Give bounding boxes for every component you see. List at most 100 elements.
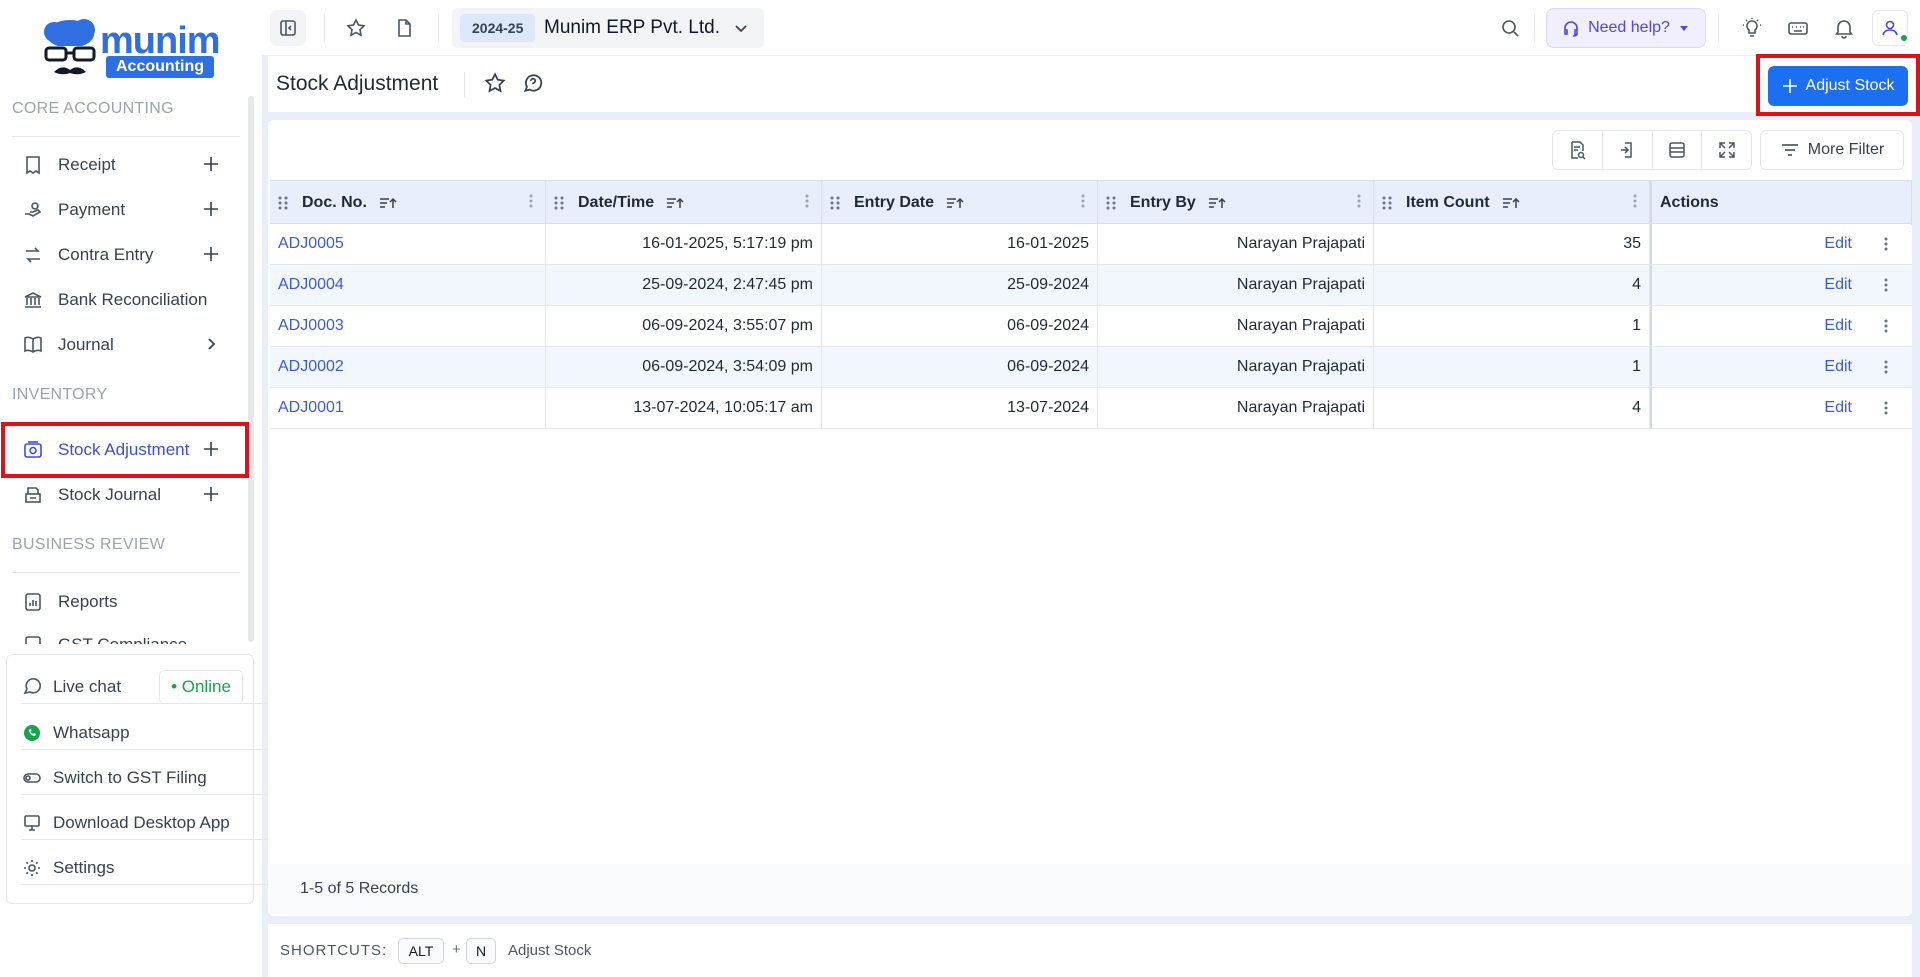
chevron-right-icon[interactable]	[200, 333, 222, 355]
munim-logo[interactable]: munim Accounting	[40, 16, 230, 86]
add-icon[interactable]	[200, 483, 222, 505]
highlight-box-stock-adjustment	[1, 422, 249, 478]
row-menu-icon[interactable]	[1884, 236, 1888, 252]
column-header-entry-by[interactable]: Entry By	[1098, 181, 1374, 225]
shortcut-key-n: N	[466, 938, 496, 964]
favorites-button[interactable]	[338, 10, 374, 46]
doc-no-link[interactable]: ADJ0003	[270, 306, 546, 346]
favorite-page-button[interactable]	[484, 72, 506, 99]
rows-icon	[1669, 142, 1685, 158]
separator	[438, 14, 439, 42]
company-selector[interactable]: 2024-25 Munim ERP Pvt. Ltd.	[452, 8, 764, 48]
table-row[interactable]: ADJ0005 16-01-2025, 5:17:19 pm 16-01-202…	[270, 224, 1912, 265]
column-menu-icon[interactable]	[1081, 193, 1085, 209]
column-header-item-count[interactable]: Item Count	[1374, 181, 1650, 225]
section-core-accounting: CORE ACCOUNTING	[12, 100, 174, 117]
table-row[interactable]: ADJ0002 06-09-2024, 3:54:09 pm 06-09-202…	[270, 347, 1912, 388]
search-button[interactable]	[1492, 10, 1528, 46]
shortcuts-label: SHORTCUTS:	[280, 942, 388, 959]
column-label: Item Count	[1406, 194, 1490, 211]
sidebar-support-panel: Live chat • Online Whatsapp Switch to GS…	[6, 654, 1663, 904]
column-header-doc-no[interactable]: Doc. No.	[270, 181, 546, 225]
sidebar-nav: CORE ACCOUNTING Receipt Payment Contra E…	[0, 92, 252, 644]
drag-handle-icon[interactable]	[554, 195, 568, 211]
add-icon[interactable]	[200, 243, 222, 265]
edit-link[interactable]: Edit	[1824, 235, 1852, 253]
date-time-cell: 06-09-2024, 3:55:07 pm	[546, 306, 822, 346]
table-row[interactable]: ADJ0004 25-09-2024, 2:47:45 pm 25-09-202…	[270, 265, 1912, 306]
find-in-page-button[interactable]	[1553, 131, 1603, 169]
financial-year-badge[interactable]: 2024-25	[460, 14, 536, 42]
doc-no-link[interactable]: ADJ0002	[270, 347, 546, 387]
divider	[12, 572, 240, 573]
density-button[interactable]	[1653, 131, 1703, 169]
drag-handle-icon[interactable]	[1382, 195, 1396, 211]
column-header-entry-date[interactable]: Entry Date	[822, 181, 1098, 225]
add-icon[interactable]	[200, 153, 222, 175]
sidebar-item-payment[interactable]: Payment	[8, 189, 244, 231]
chat-icon	[21, 676, 43, 698]
sidebar-item-stock-journal[interactable]: Stock Journal	[8, 474, 244, 516]
sidebar-item-receipt[interactable]: Receipt	[8, 144, 244, 186]
settings-label: Settings	[53, 857, 115, 877]
separator	[324, 14, 325, 42]
documents-button[interactable]	[386, 10, 422, 46]
sort-icon[interactable]	[946, 196, 964, 210]
item-count-cell: 4	[1374, 265, 1650, 305]
table-row[interactable]: ADJ0001 13-07-2024, 10:05:17 am 13-07-20…	[270, 388, 1912, 429]
column-menu-icon[interactable]	[1357, 193, 1361, 209]
sort-icon[interactable]	[1208, 196, 1226, 210]
doc-no-link[interactable]: ADJ0004	[270, 265, 546, 305]
date-time-cell: 06-09-2024, 3:54:09 pm	[546, 347, 822, 387]
fullscreen-button[interactable]	[1702, 131, 1751, 169]
column-menu-icon[interactable]	[805, 193, 809, 209]
sort-icon[interactable]	[379, 196, 397, 210]
sidebar-item-gst-compliance[interactable]: GST Compliance	[8, 624, 244, 644]
sidebar-item-label: Stock Journal	[58, 485, 161, 504]
row-menu-icon[interactable]	[1884, 400, 1888, 416]
entry-date-cell: 13-07-2024	[822, 388, 1098, 428]
column-menu-icon[interactable]	[1633, 193, 1637, 209]
sidebar-item-reports[interactable]: Reports	[8, 581, 244, 623]
edit-link[interactable]: Edit	[1824, 317, 1852, 335]
edit-link[interactable]: Edit	[1824, 358, 1852, 376]
row-menu-icon[interactable]	[1884, 359, 1888, 375]
user-profile-button[interactable]	[1872, 10, 1909, 46]
entry-by-cell: Narayan Prajapati	[1098, 347, 1374, 387]
edit-link[interactable]: Edit	[1824, 399, 1852, 417]
grid-toolbar	[1552, 130, 1752, 170]
grid-card: More Filter Doc. No. Date/Time Entry Dat…	[268, 120, 1912, 916]
sidebar-item-contra-entry[interactable]: Contra Entry	[8, 234, 244, 276]
sidebar-item-bank-reconciliation[interactable]: Bank Reconciliation	[8, 279, 244, 321]
item-count-cell: 35	[1374, 224, 1650, 264]
drag-handle-icon[interactable]	[830, 195, 844, 211]
drag-handle-icon[interactable]	[1106, 195, 1120, 211]
notifications-button[interactable]	[1826, 10, 1862, 46]
doc-no-link[interactable]: ADJ0005	[270, 224, 546, 264]
sort-icon[interactable]	[666, 196, 684, 210]
file-icon	[398, 19, 411, 37]
table-row[interactable]: ADJ0003 06-09-2024, 3:55:07 pm 06-09-202…	[270, 306, 1912, 347]
row-menu-icon[interactable]	[1884, 318, 1888, 334]
column-header-date-time[interactable]: Date/Time	[546, 181, 822, 225]
add-icon[interactable]	[200, 198, 222, 220]
row-menu-icon[interactable]	[1884, 277, 1888, 293]
edit-link[interactable]: Edit	[1824, 276, 1852, 294]
drag-handle-icon[interactable]	[278, 195, 292, 211]
export-button[interactable]	[1603, 131, 1653, 169]
collapse-sidebar-button[interactable]	[270, 10, 306, 46]
switch-gst-label: Switch to GST Filing	[53, 767, 207, 787]
sidebar-item-journal[interactable]: Journal	[8, 324, 244, 366]
sort-icon[interactable]	[1502, 196, 1520, 210]
download-app-label: Download Desktop App	[53, 812, 230, 832]
more-filter-button[interactable]: More Filter	[1760, 130, 1904, 170]
entry-date-cell: 16-01-2025	[822, 224, 1098, 264]
separator	[464, 72, 465, 98]
doc-no-link[interactable]: ADJ0001	[270, 388, 546, 428]
need-help-button[interactable]: Need help?	[1546, 8, 1706, 48]
whats-new-button[interactable]	[1734, 10, 1770, 46]
column-menu-icon[interactable]	[529, 193, 533, 209]
page-help-button[interactable]	[522, 72, 544, 99]
keyboard-shortcuts-button[interactable]	[1780, 10, 1816, 46]
sidebar-scrollbar[interactable]	[248, 96, 254, 642]
